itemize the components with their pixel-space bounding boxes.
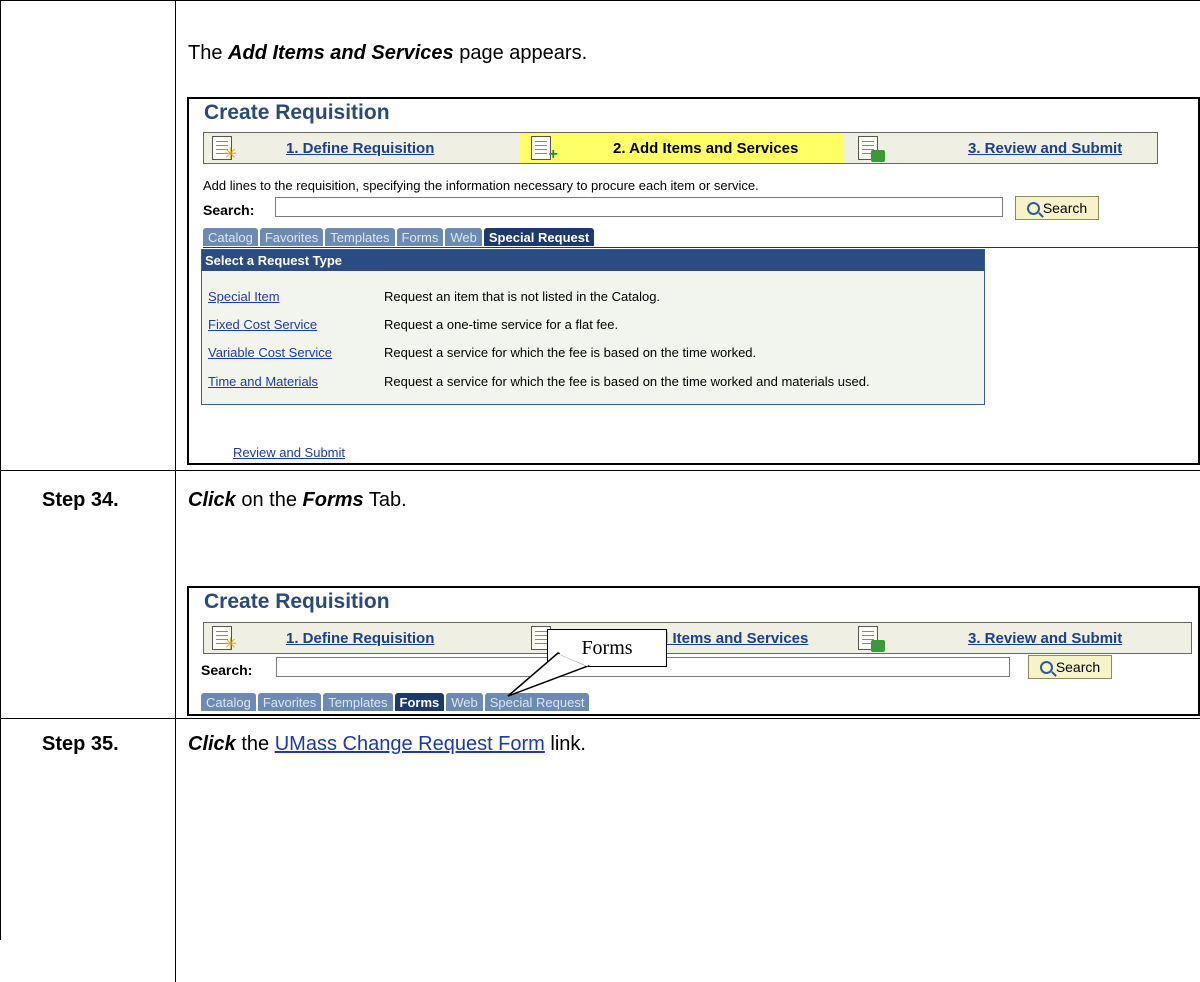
panel-header: Select a Request Type	[202, 250, 984, 271]
review-submit-link[interactable]: Review and Submit	[233, 445, 345, 460]
search-icon	[1039, 660, 1053, 674]
screenshot-special-request: Create Requisition ✳ 1. Define Requisiti…	[187, 97, 1200, 465]
table-top-border	[0, 0, 1200, 1]
desc-fixed-cost-service: Request a one-time service for a flat fe…	[384, 317, 619, 332]
tab-forms[interactable]: Forms	[396, 228, 444, 246]
tab-underline	[203, 247, 1198, 248]
step-35-label: Step 35.	[42, 733, 119, 755]
train-link-review[interactable]: 3. Review and Submit	[968, 140, 1122, 157]
link-variable-cost-service[interactable]: Variable Cost Service	[208, 345, 332, 360]
search-label: Search:	[203, 202, 255, 218]
step-34-text: Click on the Forms Tab.	[188, 489, 407, 511]
desc-time-and-materials: Request a service for which the fee is b…	[384, 374, 870, 389]
step-35-text: Click the UMass Change Request Form link…	[188, 733, 586, 755]
train-step-1[interactable]: ✳ 1. Define Requisition	[204, 623, 519, 653]
train-step-2-current: + 2. Add Items and Services	[519, 133, 844, 163]
step-34-label: Step 34.	[42, 489, 119, 511]
document-new-icon: ✳	[212, 136, 237, 163]
page-title: Create Requisition	[204, 590, 390, 613]
tab-templates[interactable]: Templates	[323, 693, 393, 711]
desc-special-item: Request an item that is not listed in th…	[384, 289, 661, 304]
document-new-icon: ✳	[212, 626, 237, 653]
train-link-define[interactable]: 1. Define Requisition	[286, 630, 434, 647]
tab-catalog[interactable]: Catalog	[201, 693, 256, 711]
step-35-link[interactable]: UMass Change Request Form	[275, 733, 545, 755]
tab-templates[interactable]: Templates	[325, 228, 395, 246]
train-step-3[interactable]: 3. Review and Submit	[844, 133, 1164, 163]
callout-forms-pointer	[507, 651, 591, 697]
tab-bar: Catalog Favorites Templates Forms Web Sp…	[203, 228, 596, 248]
link-fixed-cost-service[interactable]: Fixed Cost Service	[208, 317, 317, 332]
train-link-review[interactable]: 3. Review and Submit	[968, 630, 1122, 647]
tab-favorites[interactable]: Favorites	[257, 693, 322, 711]
add-lines-icon: +	[531, 136, 558, 163]
request-type-panel: Select a Request Type Special Item Reque…	[201, 249, 985, 405]
search-icon	[1026, 201, 1040, 215]
search-button[interactable]: Search	[1028, 655, 1112, 679]
intro-emphasis: Add Items and Services	[228, 42, 454, 64]
tab-forms[interactable]: Forms	[394, 693, 445, 711]
tab-special-request[interactable]: Special Request	[483, 228, 595, 246]
link-time-and-materials[interactable]: Time and Materials	[208, 374, 318, 389]
row-divider-1	[0, 470, 1200, 471]
train-step-1[interactable]: ✳ 1. Define Requisition	[204, 133, 519, 163]
link-special-item[interactable]: Special Item	[208, 289, 280, 304]
train-current-label: 2. Add Items and Services	[613, 139, 799, 157]
tab-catalog[interactable]: Catalog	[203, 228, 258, 246]
row-divider-2	[0, 718, 1200, 719]
desc-variable-cost-service: Request a service for which the fee is b…	[384, 345, 757, 360]
search-button[interactable]: Search	[1015, 196, 1099, 220]
train-link-define[interactable]: 1. Define Requisition	[286, 140, 434, 157]
tab-web[interactable]: Web	[445, 228, 482, 246]
submit-doc-icon	[858, 136, 885, 162]
table-column-divider	[175, 0, 176, 982]
instructions-text: Add lines to the requisition, specifying…	[203, 178, 759, 193]
tab-favorites[interactable]: Favorites	[259, 228, 324, 246]
train-step-3[interactable]: 3. Review and Submit	[844, 623, 1194, 653]
process-train: ✳ 1. Define Requisition + 2. Add Items a…	[203, 132, 1158, 164]
page-title: Create Requisition	[204, 101, 390, 124]
search-label: Search:	[201, 662, 253, 678]
search-input[interactable]	[275, 197, 1003, 217]
tab-web[interactable]: Web	[446, 693, 483, 711]
process-train: ✳ 1. Define Requisition + 2. Add Items a…	[203, 622, 1192, 654]
intro-text: The Add Items and Services page appears.	[188, 42, 588, 64]
submit-doc-icon	[858, 626, 885, 652]
